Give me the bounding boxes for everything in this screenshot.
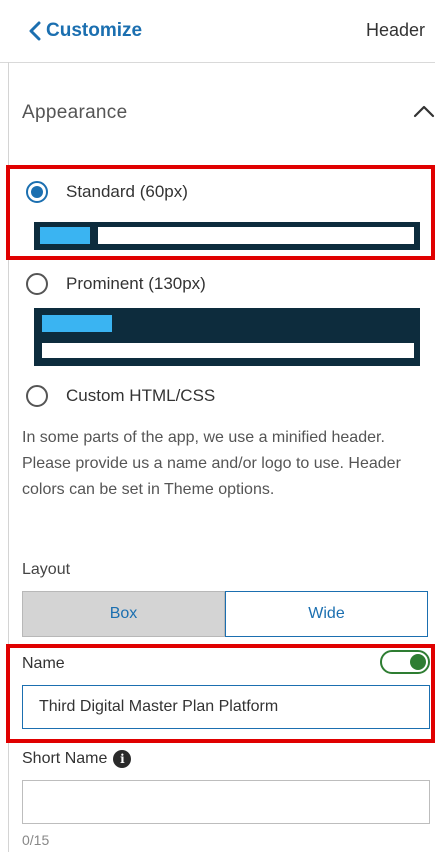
info-icon[interactable]: i	[113, 750, 132, 768]
standard-header-preview	[34, 222, 420, 250]
radio-prominent[interactable]	[26, 273, 48, 295]
layout-wide-button[interactable]: Wide	[225, 591, 428, 637]
appearance-title: Appearance	[22, 102, 128, 123]
name-label: Name	[22, 655, 65, 672]
layout-box-button[interactable]: Box	[22, 591, 225, 637]
panel-border	[8, 62, 9, 852]
short-name-label: Short Name	[22, 750, 108, 767]
option-standard-label: Standard (60px)	[66, 182, 188, 201]
toggle-knob	[410, 654, 426, 670]
preview-logo	[42, 315, 112, 332]
short-name-label-row: Short Name i	[22, 750, 132, 768]
top-bar: Customize Header	[0, 0, 435, 63]
radio-standard[interactable]	[26, 181, 48, 203]
option-custom-label: Custom HTML/CSS	[66, 386, 216, 405]
appearance-description: In some parts of the app, we use a minif…	[22, 429, 401, 498]
short-name-counter: 0/15	[22, 832, 50, 848]
layout-label: Layout	[22, 561, 71, 578]
name-toggle[interactable]	[380, 650, 430, 674]
panel-title: Header	[365, 20, 425, 40]
back-link-label: Customize	[46, 20, 143, 41]
chevron-up-icon	[413, 105, 435, 118]
short-name-input[interactable]	[22, 780, 430, 824]
option-custom[interactable]: Custom HTML/CSS	[26, 384, 326, 410]
prominent-header-preview	[34, 308, 420, 366]
radio-custom[interactable]	[26, 385, 48, 407]
appearance-section-toggle[interactable]: Appearance	[22, 92, 435, 136]
preview-logo	[40, 227, 90, 244]
option-prominent[interactable]: Prominent (130px)	[26, 272, 326, 298]
name-input[interactable]	[22, 685, 430, 729]
back-to-customize-link[interactable]: Customize	[28, 18, 142, 44]
preview-title-bar	[42, 343, 414, 358]
chevron-left-icon	[29, 21, 41, 41]
option-prominent-label: Prominent (130px)	[66, 274, 206, 293]
preview-title-bar	[98, 227, 414, 244]
option-standard[interactable]: Standard (60px)	[26, 180, 326, 206]
